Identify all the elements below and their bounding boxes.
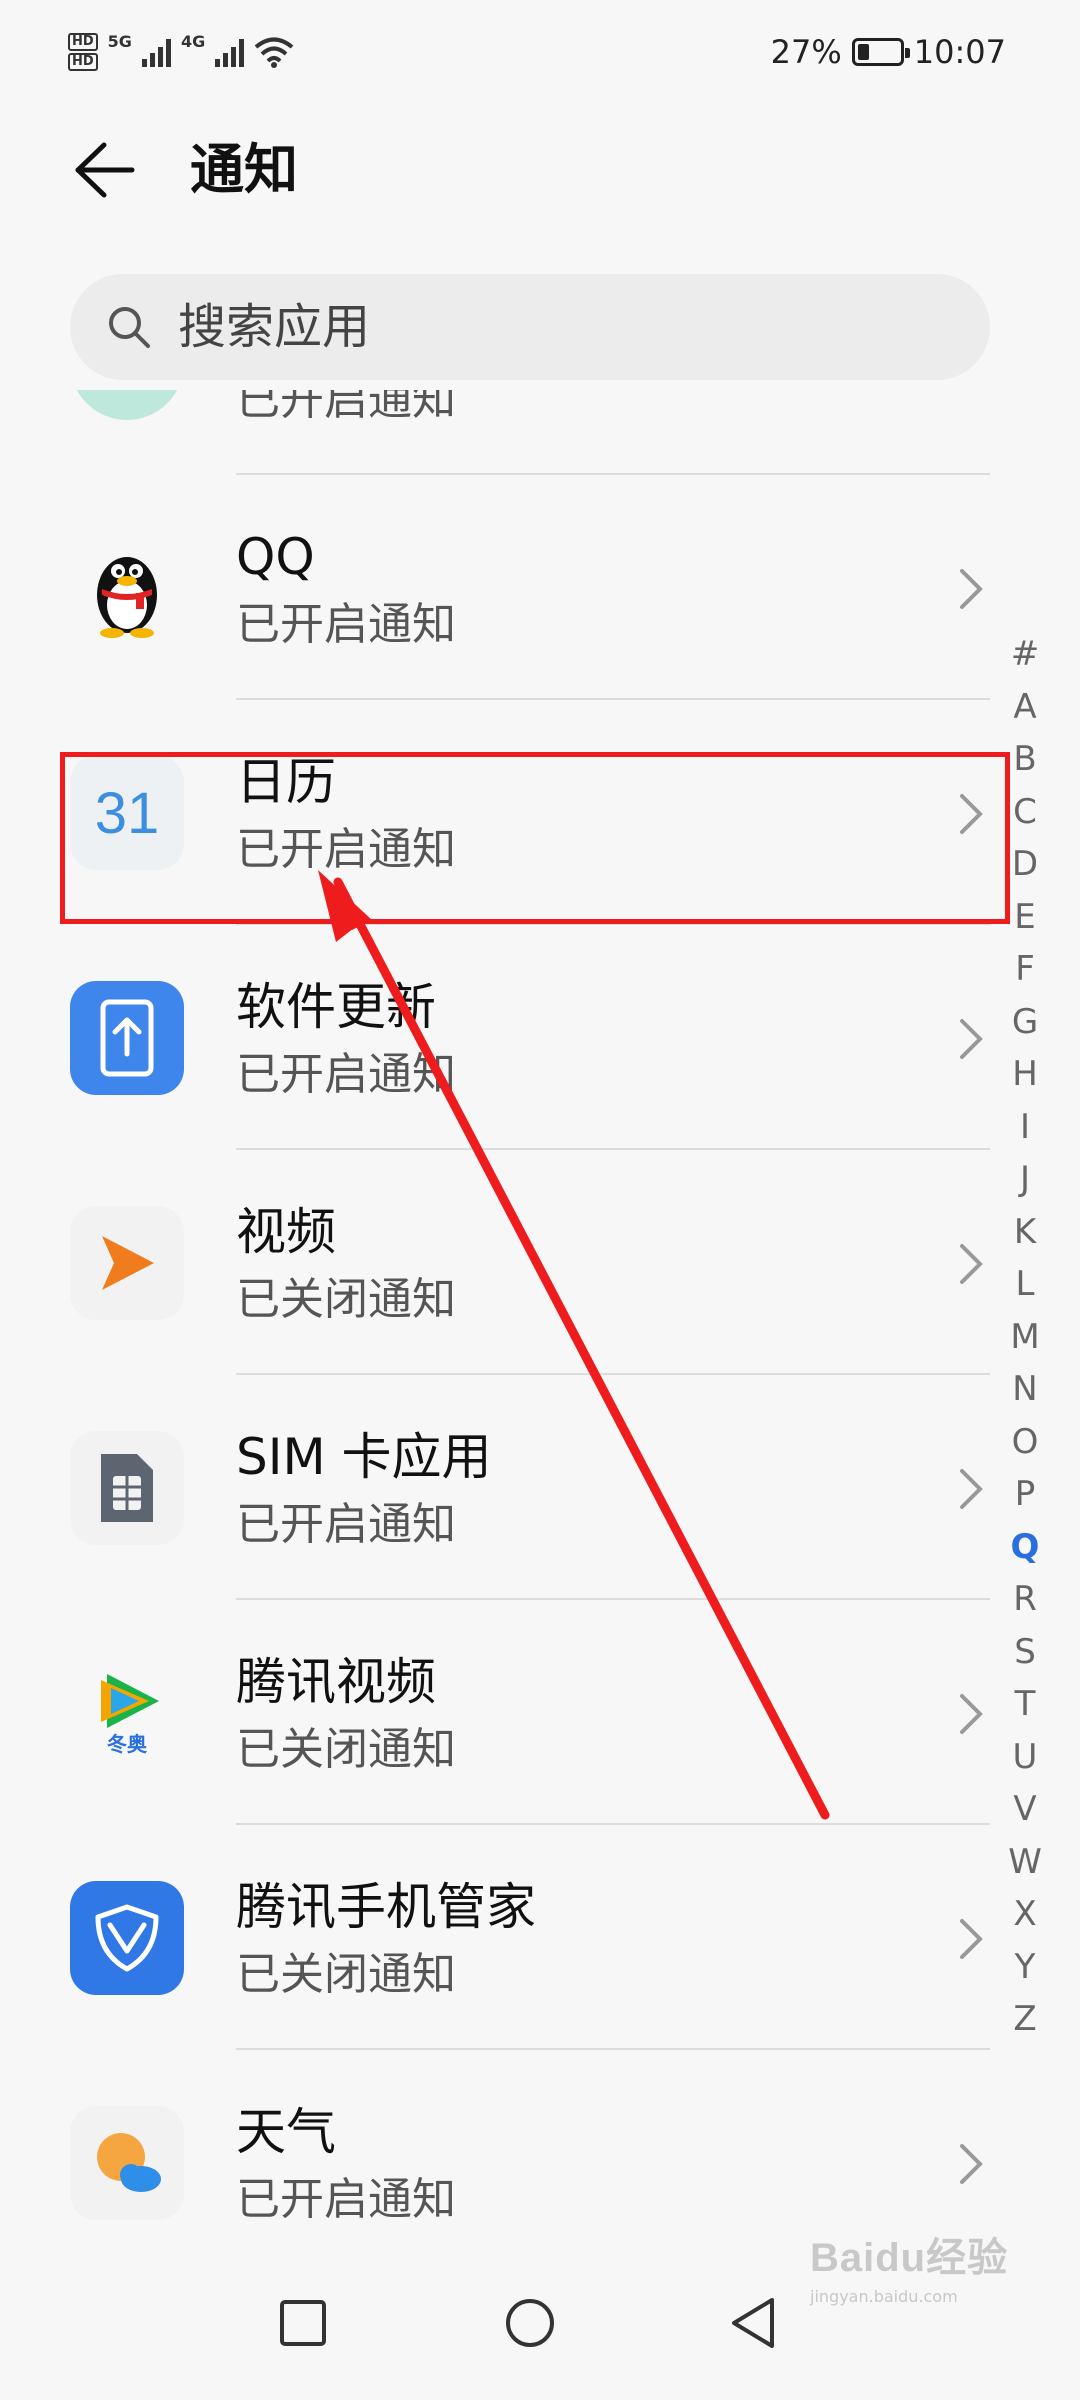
app-name: 天气 [236,2103,336,2161]
app-row-video[interactable]: 视频 已关闭通知 [0,1150,1080,1375]
alphabet-index-letter[interactable]: S [1000,1626,1050,1679]
app-list-viewport[interactable]: 已开启通知 QQ 已开启通知 31 日历 已开启通知 软件更新 已开启通知 视频… [0,390,1080,2240]
app-name: QQ [236,528,315,586]
back-triangle-icon[interactable] [720,2288,790,2358]
app-row-partial[interactable]: 已开启通知 [0,390,1080,475]
app-name: 视频 [236,1203,336,1261]
battery-icon [851,38,910,66]
partial-teal-icon [70,390,184,420]
search-input[interactable] [178,292,958,362]
notification-status: 已开启通知 [236,1049,456,1100]
alphabet-index-letter[interactable]: G [1000,996,1050,1049]
status-bar: HD HD 5G 4G 27% 10:07 [0,0,1080,100]
notification-status: 已开启通知 [236,1499,456,1550]
alphabet-index-letter[interactable]: Z [1000,1993,1050,2046]
alphabet-index-letter[interactable]: I [1000,1101,1050,1154]
app-name: 腾讯视频 [236,1653,436,1711]
wifi-icon [254,37,294,68]
chevron-right-icon [960,1694,983,1734]
tencent-security-icon [70,1881,184,1995]
chevron-right-icon [960,1244,983,1284]
notification-status: 已开启通知 [236,390,456,425]
watermark-url: jingyan.baidu.com [810,2287,958,2306]
alphabet-index-letter[interactable]: # [1000,628,1050,681]
signal-bars-icon [141,37,171,67]
chevron-right-icon [960,1019,983,1059]
alphabet-index-letter[interactable]: W [1000,1836,1050,1889]
annotation-highlight-box [60,752,1010,924]
chevron-right-icon [960,1469,983,1509]
watermark-logo: Baidu经验 [810,2236,1009,2280]
hd-icons: HD HD [68,33,98,71]
home-circle-icon[interactable] [495,2288,565,2358]
signal-bars-icon-2 [215,37,245,67]
recents-square-icon[interactable] [268,2288,338,2358]
software-update-icon [70,981,184,1095]
app-row-weather[interactable]: 天气 已开启通知 [0,2050,1080,2240]
alphabet-index-letter[interactable]: T [1000,1678,1050,1731]
hd-badge-1: HD [68,33,98,51]
search-bar[interactable] [70,274,990,380]
alphabet-index-letter[interactable]: K [1000,1206,1050,1259]
app-row-tencent-video[interactable]: 冬奥 腾讯视频 已关闭通知 [0,1600,1080,1825]
alphabet-index-letter[interactable]: Y [1000,1941,1050,1994]
app-row-qq[interactable]: QQ 已开启通知 [0,475,1080,700]
chevron-right-icon [960,2144,983,2184]
alphabet-index-letter[interactable]: H [1000,1048,1050,1101]
chevron-right-icon [960,1919,983,1959]
app-name: 腾讯手机管家 [236,1878,536,1936]
network-5g-label: 5G [107,32,132,51]
clock: 10:07 [913,33,1006,71]
app-name: SIM 卡应用 [236,1428,492,1486]
alphabet-index-letter[interactable]: X [1000,1888,1050,1941]
app-list: 已开启通知 QQ 已开启通知 31 日历 已开启通知 软件更新 已开启通知 视频… [0,390,1080,2240]
video-play-icon [70,1206,184,1320]
notification-status: 已关闭通知 [236,1274,456,1325]
battery-level-fill [857,44,869,60]
tencent-video-badge: 冬奥 [107,1732,147,1756]
alphabet-index-letter[interactable]: A [1000,681,1050,734]
app-name: 软件更新 [236,978,436,1036]
notification-status: 已开启通知 [236,2174,456,2225]
alphabet-index-letter[interactable]: J [1000,1153,1050,1206]
app-header: 通知 [0,115,1080,225]
battery-percent: 27% [770,33,842,71]
notification-status: 已关闭通知 [236,1949,456,2000]
alphabet-index-letter[interactable]: L [1000,1258,1050,1311]
hd-badge-2: HD [68,53,98,71]
alphabet-index-letter[interactable]: F [1000,943,1050,996]
alphabet-index-letter[interactable]: O [1000,1416,1050,1469]
notification-status: 已关闭通知 [236,1724,456,1775]
app-row-tencent-security[interactable]: 腾讯手机管家 已关闭通知 [0,1825,1080,2050]
search-icon [109,307,150,348]
alphabet-index-letter[interactable]: N [1000,1363,1050,1416]
app-row-sim[interactable]: SIM 卡应用 已开启通知 [0,1375,1080,1600]
qq-penguin-icon [70,531,184,645]
alphabet-index-letter[interactable]: R [1000,1573,1050,1626]
status-left: HD HD 5G 4G [68,28,294,76]
weather-icon [70,2106,184,2220]
sim-card-icon [70,1431,184,1545]
chevron-right-icon [960,569,983,609]
alphabet-index-letter[interactable]: Q [1000,1521,1050,1574]
network-4g-label: 4G [180,32,206,51]
status-right: 27% 10:07 [771,28,1006,76]
alphabet-index-letter[interactable]: M [1000,1311,1050,1364]
page-title: 通知 [190,138,298,201]
tencent-video-icon: 冬奥 [70,1656,184,1770]
notification-status: 已开启通知 [236,599,456,650]
alphabet-index-letter[interactable]: U [1000,1731,1050,1784]
alphabet-index-letter[interactable]: P [1000,1468,1050,1521]
back-arrow-icon[interactable] [66,133,140,207]
baidu-watermark: Baidu经验 jingyan.baidu.com [810,2225,1010,2345]
alphabet-index-letter[interactable]: V [1000,1783,1050,1836]
app-row-software-update[interactable]: 软件更新 已开启通知 [0,925,1080,1150]
